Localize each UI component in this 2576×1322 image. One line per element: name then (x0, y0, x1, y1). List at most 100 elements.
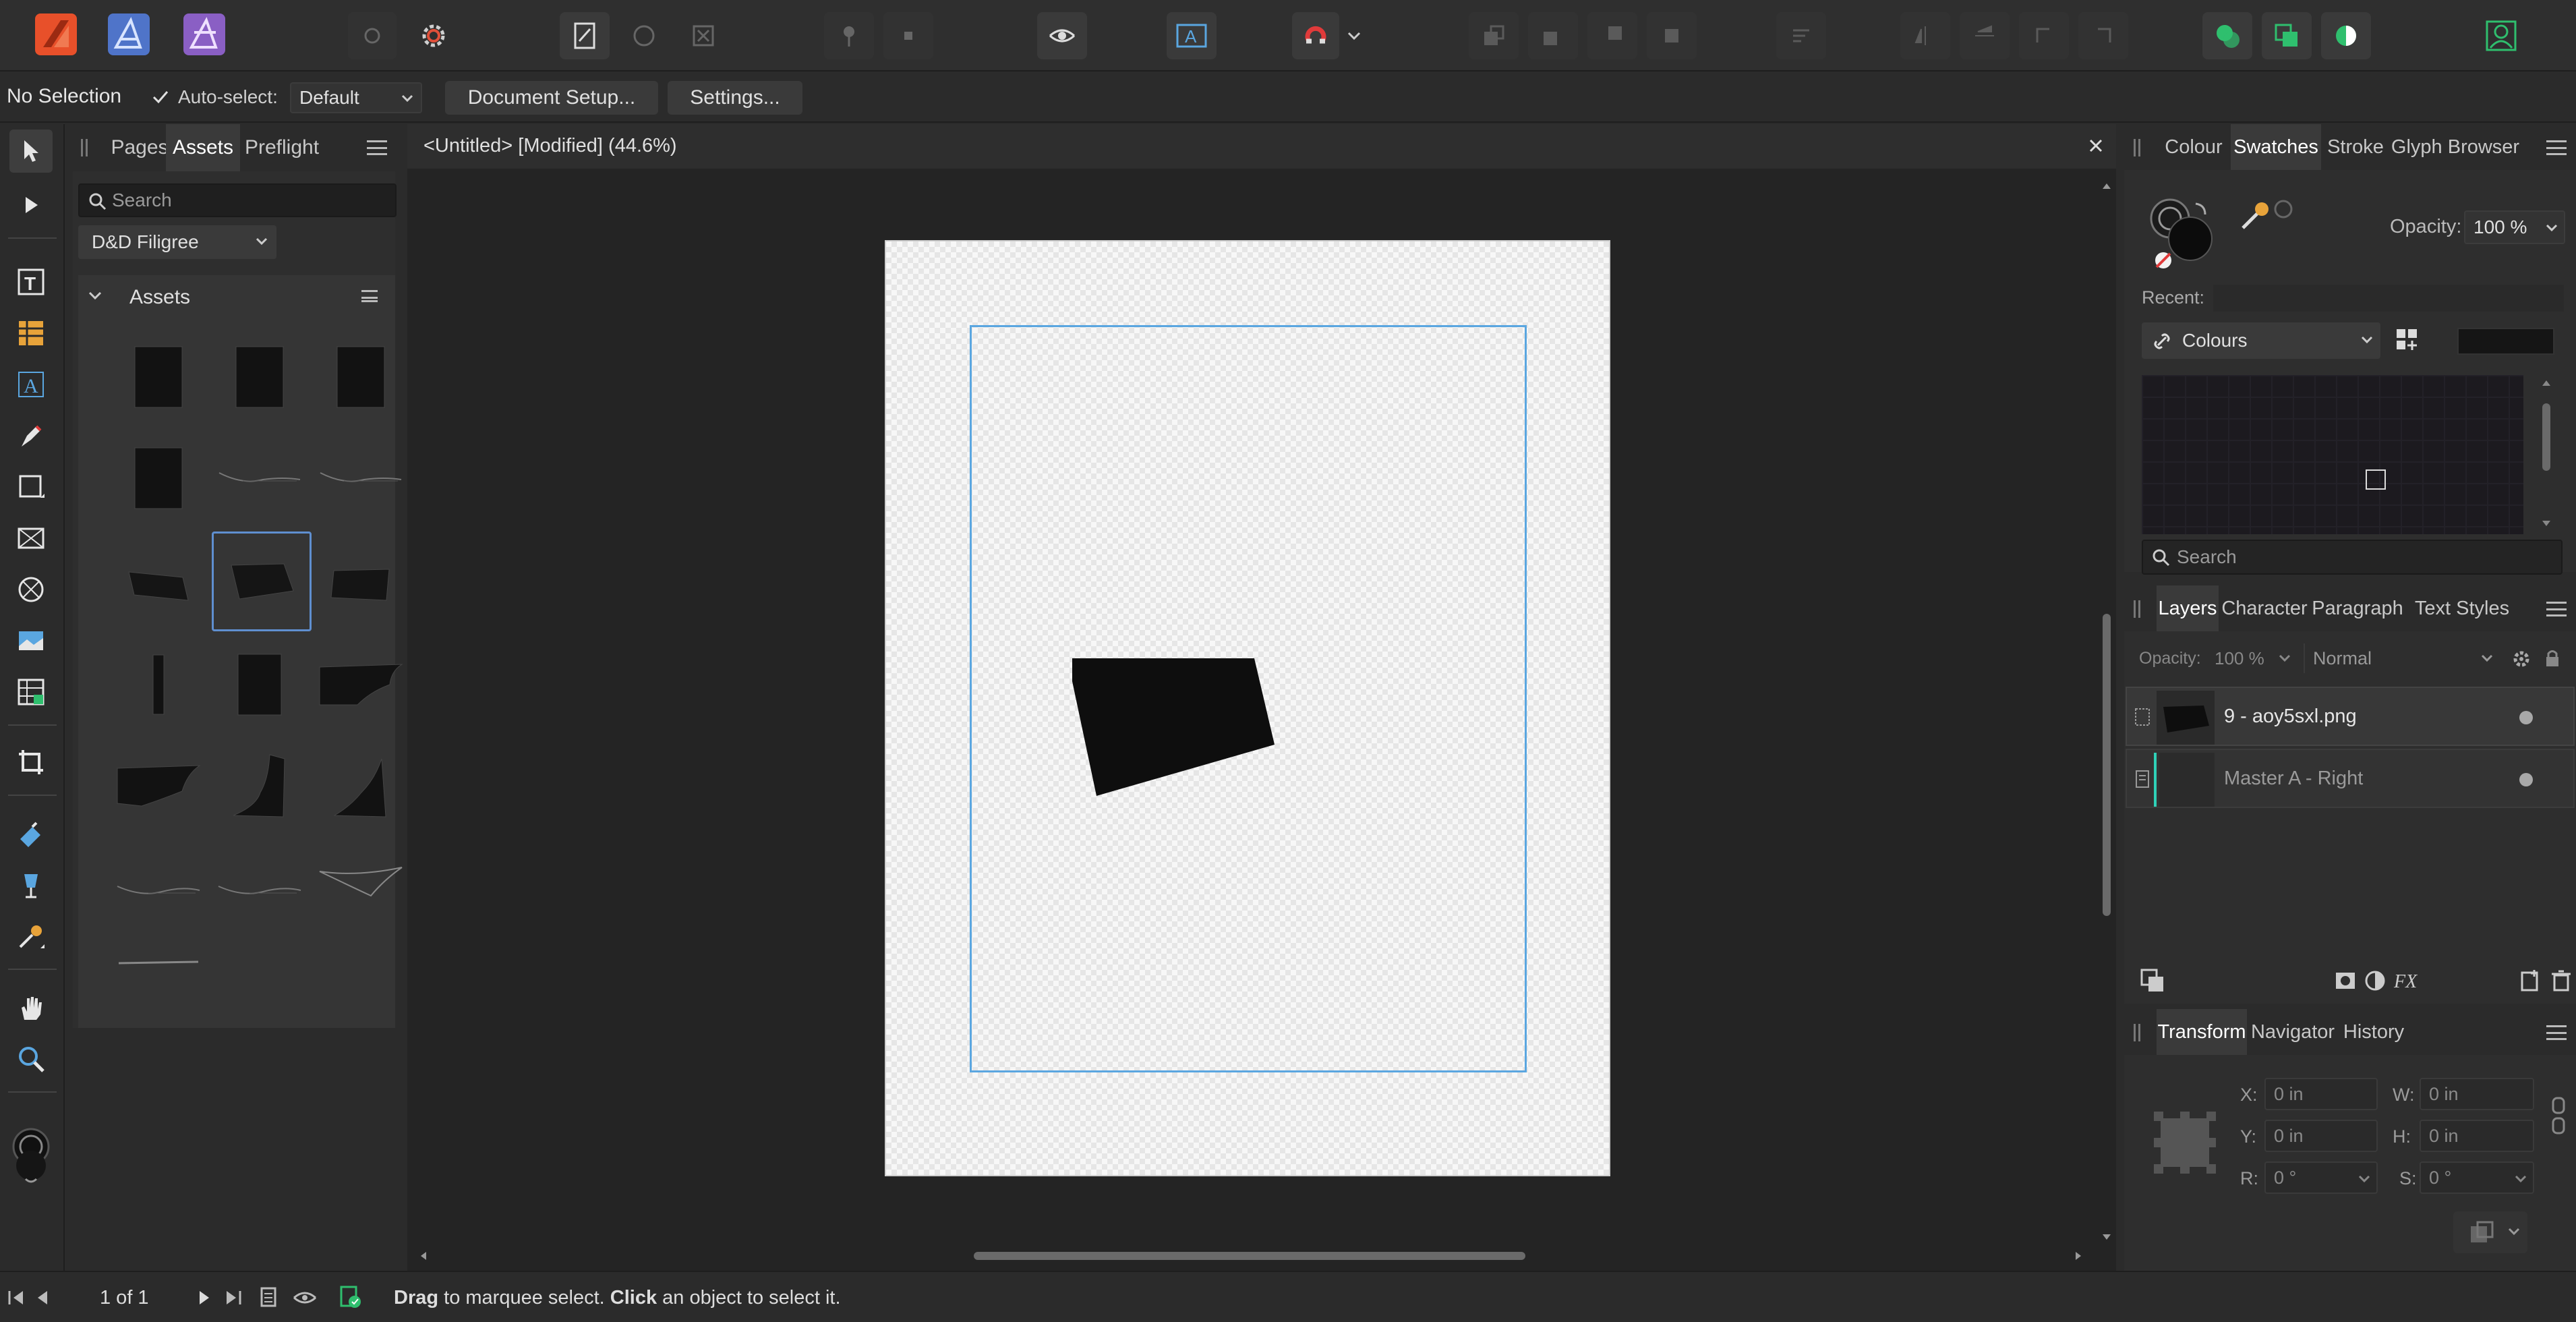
document-tab[interactable]: <Untitled> [Modified] (44.6%) (407, 124, 2116, 169)
visibility-dot-icon[interactable] (2518, 772, 2534, 788)
tab-glyph-browser[interactable]: Glyph Browser (2390, 124, 2521, 170)
transparency-tool-icon[interactable] (9, 863, 53, 907)
asset-thumbnail[interactable] (111, 430, 206, 526)
rectangle-tool-icon[interactable] (9, 465, 53, 509)
add-layer-icon[interactable] (2518, 969, 2542, 993)
auto-select-dropdown[interactable]: Default (290, 82, 422, 113)
anchor-point-selector-icon[interactable] (2151, 1109, 2219, 1176)
transform-origin-button[interactable] (2453, 1211, 2527, 1253)
swatch-grid-scrollbar[interactable] (2538, 376, 2554, 531)
scroll-right-icon[interactable] (2072, 1249, 2085, 1263)
tab-stroke[interactable]: Stroke (2321, 124, 2390, 170)
group-menu-icon[interactable] (361, 290, 378, 302)
node-tool-icon[interactable] (9, 183, 53, 227)
placed-image-shape[interactable] (1068, 653, 1284, 801)
view-toggle-icon[interactable] (293, 1288, 317, 1307)
text-frame-icon[interactable]: A (1167, 12, 1217, 59)
current-colour-swatch[interactable] (2457, 328, 2554, 355)
colour-picker-icon[interactable] (2240, 198, 2294, 232)
publisher-persona-icon[interactable] (28, 7, 84, 62)
visibility-dot-icon[interactable] (2518, 710, 2534, 726)
boolean-add-icon[interactable] (2202, 12, 2252, 59)
table-edit-tool-icon[interactable] (9, 670, 53, 714)
auto-select-checkbox[interactable] (150, 86, 171, 108)
document-setup-button[interactable]: Document Setup... (445, 81, 658, 115)
asset-thumbnail[interactable] (111, 637, 206, 732)
asset-thumbnail[interactable] (212, 329, 308, 425)
panel-menu-icon[interactable] (2546, 1025, 2567, 1040)
settings-button[interactable]: Settings... (668, 81, 802, 115)
adjustment-icon[interactable] (2363, 969, 2387, 993)
gear-icon[interactable] (2511, 649, 2531, 669)
link-ratio-icon[interactable] (2549, 1095, 2568, 1136)
rotation-field[interactable]: 0 ° (2264, 1161, 2378, 1194)
fill-stroke-wells-icon[interactable] (2148, 197, 2223, 271)
swatch-scroll-thumb[interactable] (2542, 403, 2550, 471)
picture-frame-tool-icon[interactable] (9, 517, 53, 560)
horizontal-scrollbar[interactable] (417, 1248, 2089, 1264)
circle-view-icon[interactable] (619, 12, 669, 59)
palette-grid-icon[interactable] (2394, 326, 2421, 353)
y-field[interactable]: 0 in (2264, 1120, 2378, 1152)
tab-assets[interactable]: Assets (166, 124, 240, 171)
vertical-scroll-thumb[interactable] (2103, 614, 2111, 916)
asset-thumbnail[interactable] (313, 538, 409, 634)
scroll-down-icon[interactable] (2100, 1230, 2113, 1244)
asset-thumbnail[interactable] (212, 637, 308, 732)
recent-swatches-strip[interactable] (2213, 285, 2564, 312)
chevron-down-icon[interactable] (1341, 12, 1368, 59)
panel-grip-icon[interactable] (2134, 139, 2140, 156)
panel-menu-icon[interactable] (367, 140, 387, 155)
swatches-opacity-dropdown[interactable]: 100 % (2464, 210, 2565, 244)
arrange-forward-icon[interactable] (1587, 12, 1637, 59)
fx-icon[interactable]: FX (2393, 969, 2420, 993)
shear-field[interactable]: 0 ° (2420, 1161, 2534, 1194)
account-icon[interactable] (2476, 12, 2526, 59)
boolean-subtract-icon[interactable] (2262, 12, 2312, 59)
tab-navigator[interactable]: Navigator (2247, 1009, 2339, 1055)
tab-preflight[interactable]: Preflight (240, 124, 324, 171)
document-page[interactable] (885, 240, 1610, 1176)
asset-thumbnail[interactable] (212, 430, 308, 526)
pin-icon[interactable] (824, 12, 874, 59)
snapping-magnet-icon[interactable] (1292, 12, 1339, 59)
designer-persona-icon[interactable] (101, 7, 156, 62)
photo-persona-icon[interactable] (177, 7, 232, 62)
first-page-icon[interactable] (7, 1288, 27, 1307)
swatches-search-input[interactable]: Search (2142, 540, 2563, 575)
gear-icon[interactable] (409, 12, 459, 59)
tab-colour[interactable]: Colour (2157, 124, 2231, 170)
x-field[interactable]: 0 in (2264, 1078, 2378, 1110)
colour-picker-tool-icon[interactable] (9, 915, 53, 958)
horizontal-scroll-thumb[interactable] (974, 1252, 1525, 1260)
palette-dropdown[interactable]: Colours (2142, 322, 2380, 359)
table-tool-icon[interactable] (9, 312, 53, 355)
zoom-tool-icon[interactable] (9, 1037, 53, 1081)
boolean-intersect-icon[interactable] (2321, 12, 2371, 59)
snapping-small-icon[interactable] (348, 12, 397, 59)
arrange-layers-icon[interactable] (2139, 967, 2166, 994)
ellipse-frame-tool-icon[interactable] (9, 568, 53, 611)
close-frame-icon[interactable] (678, 12, 728, 59)
layer-row[interactable]: Master A - Right (2126, 749, 2575, 808)
pen-tool-icon[interactable] (9, 414, 53, 457)
preview-mode-icon[interactable] (1037, 12, 1087, 59)
asset-thumbnail[interactable] (313, 738, 409, 834)
rotate-right-icon[interactable] (2078, 12, 2128, 59)
asset-thumbnail[interactable] (111, 738, 206, 834)
arrange-backward-icon[interactable] (1528, 12, 1578, 59)
asset-thumbnail[interactable] (111, 329, 206, 425)
place-image-tool-icon[interactable] (9, 619, 53, 662)
assets-search-input[interactable]: Search (78, 183, 397, 217)
flip-v-icon[interactable] (1960, 12, 2010, 59)
crop-tool-icon[interactable] (9, 741, 53, 784)
arrange-front-icon[interactable] (1647, 12, 1697, 59)
panel-menu-icon[interactable] (2546, 602, 2567, 616)
last-page-icon[interactable] (223, 1288, 243, 1307)
fill-tool-icon[interactable] (9, 812, 53, 855)
asset-thumbnail[interactable] (313, 329, 409, 425)
hand-tool-icon[interactable] (9, 986, 53, 1029)
tab-transform[interactable]: Transform (2157, 1009, 2247, 1055)
asset-thumbnail[interactable] (313, 430, 409, 526)
blend-mode-dropdown[interactable]: Normal (2304, 643, 2499, 673)
